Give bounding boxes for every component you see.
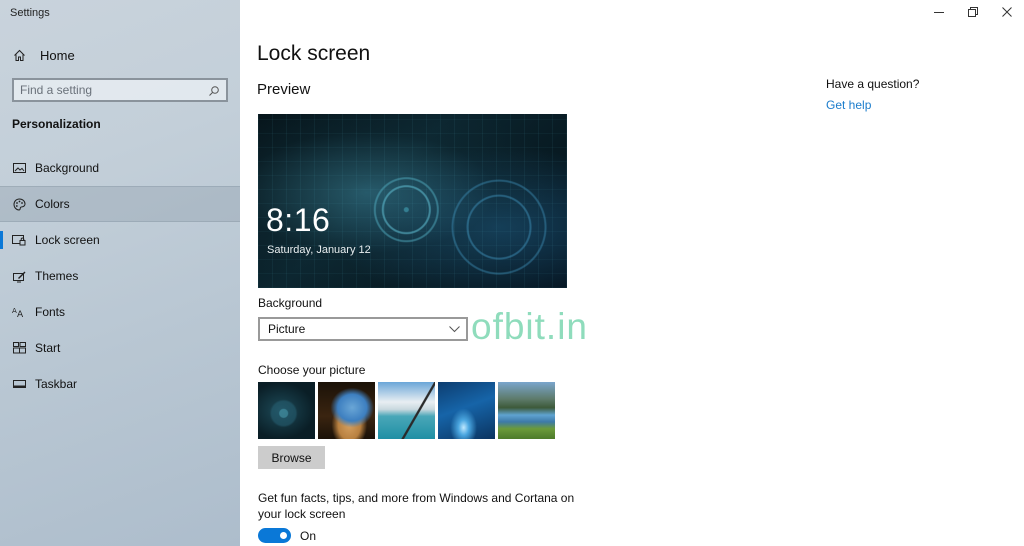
home-link[interactable]: Home bbox=[0, 40, 240, 70]
picture-icon bbox=[12, 161, 26, 175]
background-dropdown[interactable]: Picture bbox=[258, 317, 468, 341]
sidebar-item-colors[interactable]: Colors bbox=[0, 186, 240, 222]
sidebar-nav: Background Colors Lock screen Themes A A… bbox=[0, 150, 240, 402]
restore-icon bbox=[968, 4, 978, 22]
chevron-down-icon bbox=[449, 322, 460, 336]
sidebar-item-fonts[interactable]: AA Fonts bbox=[0, 294, 240, 330]
sidebar-item-themes[interactable]: Themes bbox=[0, 258, 240, 294]
search-input[interactable] bbox=[20, 83, 208, 97]
tips-toggle-label: On bbox=[300, 529, 317, 543]
sidebar-item-label: Fonts bbox=[35, 305, 66, 319]
sidebar-item-start[interactable]: Start bbox=[0, 330, 240, 366]
close-button[interactable] bbox=[990, 0, 1024, 26]
preview-date: Saturday, January 12 bbox=[267, 244, 371, 256]
sidebar-item-label: Colors bbox=[35, 197, 70, 211]
picture-thumbnail[interactable] bbox=[378, 382, 435, 439]
window-controls bbox=[922, 0, 1024, 26]
background-dropdown-value: Picture bbox=[268, 322, 306, 336]
help-question: Have a question? bbox=[826, 77, 920, 91]
preview-time: 8:16 bbox=[266, 202, 331, 238]
palette-icon bbox=[12, 197, 26, 211]
sidebar-item-background[interactable]: Background bbox=[0, 150, 240, 186]
preview-pattern bbox=[258, 114, 567, 288]
sidebar: Settings Home Personalization Background bbox=[0, 0, 240, 546]
picture-thumbnail[interactable] bbox=[258, 382, 315, 439]
section-heading: Personalization bbox=[12, 117, 101, 131]
search-box[interactable] bbox=[12, 78, 228, 102]
lock-screen-preview: 8:16 Saturday, January 12 bbox=[258, 114, 567, 288]
restore-button[interactable] bbox=[956, 0, 990, 26]
sidebar-item-label: Taskbar bbox=[35, 377, 78, 391]
choose-picture-label: Choose your picture bbox=[258, 363, 366, 377]
sidebar-item-lock-screen[interactable]: Lock screen bbox=[0, 222, 240, 258]
home-icon bbox=[12, 48, 26, 62]
themes-icon bbox=[12, 269, 26, 283]
start-icon bbox=[12, 341, 26, 355]
sidebar-item-label: Themes bbox=[35, 269, 79, 283]
close-icon bbox=[1002, 4, 1012, 22]
sidebar-item-label: Lock screen bbox=[35, 233, 100, 247]
fonts-icon: AA bbox=[12, 305, 26, 319]
sidebar-item-label: Start bbox=[35, 341, 61, 355]
sidebar-item-label: Background bbox=[35, 161, 100, 175]
background-label: Background bbox=[258, 296, 323, 310]
picture-thumbnail[interactable] bbox=[438, 382, 495, 439]
home-label: Home bbox=[40, 47, 75, 63]
svg-text:A: A bbox=[17, 310, 24, 318]
get-help-link[interactable]: Get help bbox=[826, 98, 919, 112]
tips-description: Get fun facts, tips, and more from Windo… bbox=[258, 491, 575, 521]
minimize-button[interactable] bbox=[922, 0, 956, 26]
browse-button[interactable]: Browse bbox=[258, 446, 325, 469]
lock-screen-icon bbox=[12, 233, 26, 247]
watermark: ofbit.in bbox=[471, 306, 589, 347]
picture-thumbnails bbox=[258, 382, 555, 439]
help-panel: Have a question? Get help bbox=[826, 77, 919, 112]
minimize-icon bbox=[934, 4, 944, 22]
settings-window: Settings Home Personalization Background bbox=[0, 0, 1024, 546]
app-title: Settings bbox=[10, 7, 50, 19]
search-icon[interactable] bbox=[208, 84, 220, 96]
tips-toggle[interactable] bbox=[258, 528, 291, 543]
picture-thumbnail[interactable] bbox=[318, 382, 375, 439]
sidebar-item-taskbar[interactable]: Taskbar bbox=[0, 366, 240, 402]
preview-heading: Preview bbox=[257, 81, 311, 98]
taskbar-icon bbox=[12, 377, 26, 391]
picture-thumbnail[interactable] bbox=[498, 382, 555, 439]
page-title: Lock screen bbox=[257, 42, 371, 65]
